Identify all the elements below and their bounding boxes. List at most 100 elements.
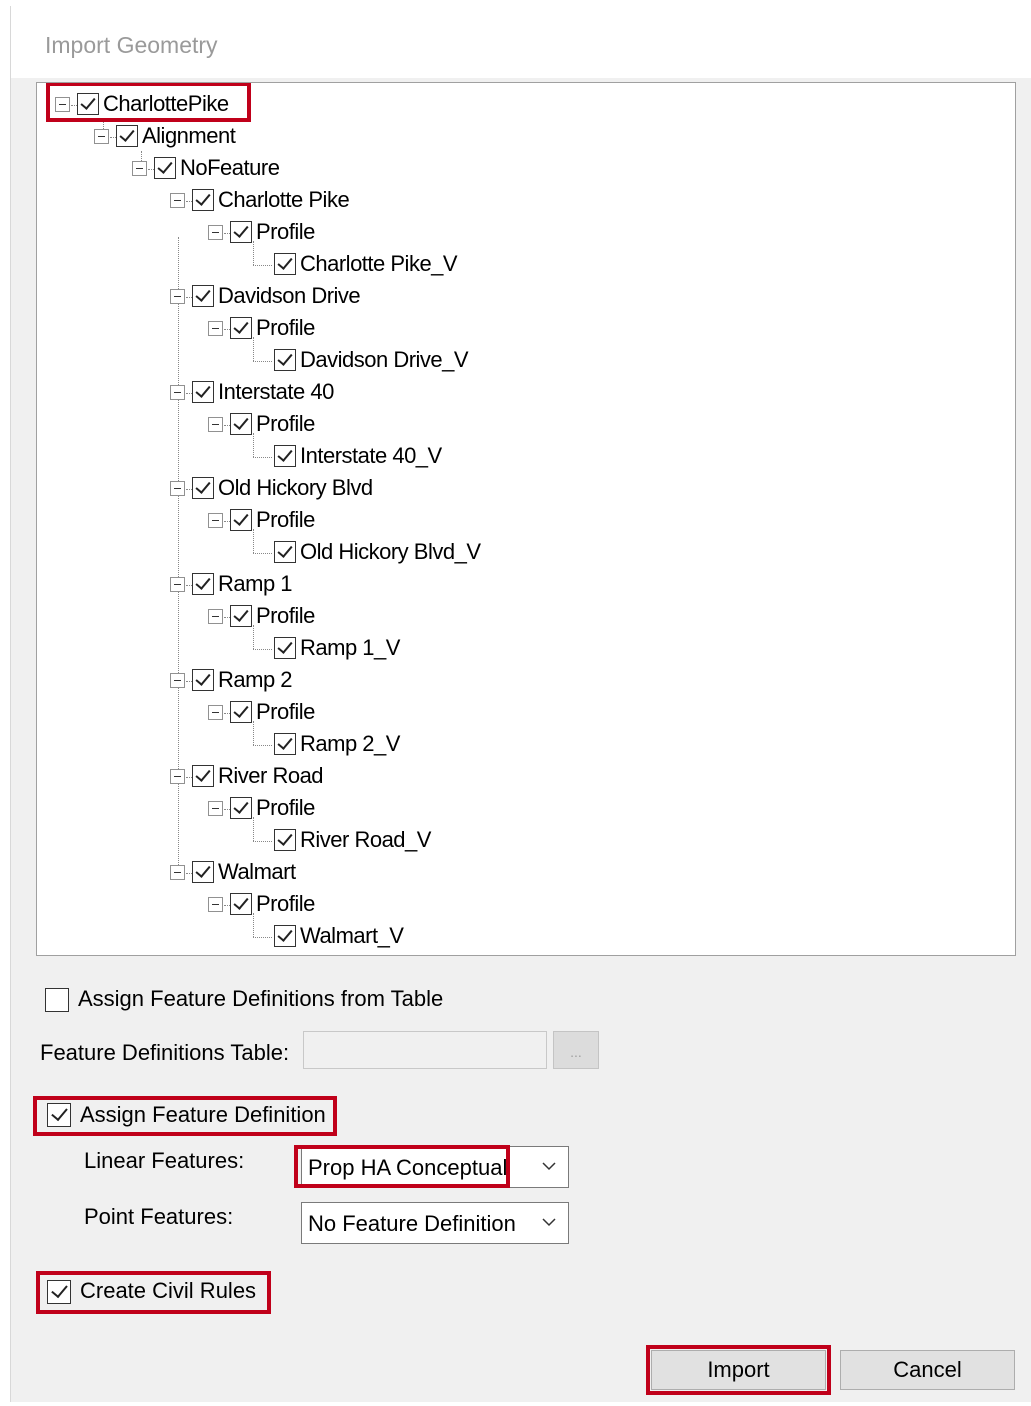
point-features-label: Point Features:: [84, 1204, 234, 1229]
item-checkbox[interactable]: [192, 765, 214, 787]
tree-node-label: Profile: [256, 411, 315, 436]
linear-features-label: Linear Features:: [84, 1148, 245, 1173]
item-checkbox[interactable]: [192, 189, 214, 211]
assign-from-table-checkbox[interactable]: [45, 988, 69, 1012]
collapse-icon[interactable]: [208, 513, 223, 528]
tree-connector: [253, 649, 272, 650]
tree-connector: [253, 241, 254, 265]
tree-connector: [253, 937, 272, 938]
leaf-checkbox[interactable]: [274, 349, 296, 371]
leaf-checkbox[interactable]: [274, 637, 296, 659]
collapse-icon[interactable]: [208, 225, 223, 240]
profile-checkbox[interactable]: [230, 509, 252, 531]
tree-node-label: Ramp 1: [218, 571, 293, 596]
collapse-icon[interactable]: [170, 673, 185, 688]
tree-connector: [253, 361, 272, 362]
leaf-checkbox[interactable]: [274, 733, 296, 755]
tree-connector: [253, 721, 254, 745]
item-checkbox[interactable]: [192, 861, 214, 883]
tree-node-label: Walmart_V: [300, 923, 404, 948]
tree-node-label: Davidson Drive: [218, 283, 361, 308]
tree-connector: [253, 265, 272, 266]
title-bar: Import Geometry: [11, 6, 1031, 78]
tree-node-label: River Road_V: [300, 827, 431, 852]
tree-node-label: Ramp 2_V: [300, 731, 400, 756]
profile-checkbox[interactable]: [230, 605, 252, 627]
collapse-icon[interactable]: [208, 321, 223, 336]
item-checkbox[interactable]: [192, 381, 214, 403]
tree-connector: [253, 913, 254, 937]
nofeature-checkbox[interactable]: [154, 157, 176, 179]
collapse-icon[interactable]: [170, 289, 185, 304]
feature-definitions-table-input[interactable]: [303, 1031, 547, 1069]
tree-connector: [253, 553, 272, 554]
highlight-box: [294, 1145, 510, 1188]
tree-node-label: Ramp 2: [218, 667, 293, 692]
collapse-icon[interactable]: [208, 609, 223, 624]
tree-connector: [253, 745, 272, 746]
leaf-checkbox[interactable]: [274, 445, 296, 467]
collapse-icon[interactable]: [208, 417, 223, 432]
collapse-icon[interactable]: [170, 865, 185, 880]
chevron-down-icon: [542, 1162, 556, 1171]
tree-node-label: Profile: [256, 891, 315, 916]
point-features-dropdown[interactable]: No Feature Definition: [301, 1202, 569, 1244]
geometry-tree[interactable]: CharlottePike Alignment NoFeature Charlo…: [36, 82, 1016, 956]
tree-node-label: Walmart: [218, 859, 296, 884]
leaf-checkbox[interactable]: [274, 541, 296, 563]
item-checkbox[interactable]: [192, 285, 214, 307]
tree-connector: [253, 817, 254, 841]
browse-button[interactable]: ...: [553, 1031, 599, 1069]
collapse-icon[interactable]: [208, 705, 223, 720]
tree-node-label: Profile: [256, 219, 315, 244]
profile-checkbox[interactable]: [230, 413, 252, 435]
tree-node-label: Old Hickory Blvd: [218, 475, 373, 500]
collapse-icon[interactable]: [208, 801, 223, 816]
tree-node-label: Profile: [256, 795, 315, 820]
profile-checkbox[interactable]: [230, 317, 252, 339]
tree-node-label: Davidson Drive_V: [300, 347, 469, 372]
highlight-box: [33, 1096, 337, 1136]
highlight-box: [46, 83, 251, 122]
profile-checkbox[interactable]: [230, 797, 252, 819]
collapse-icon[interactable]: [132, 161, 147, 176]
collapse-icon[interactable]: [170, 769, 185, 784]
tree-node-label: Profile: [256, 315, 315, 340]
highlight-box: [646, 1345, 831, 1395]
tree-node-label: Alignment: [142, 123, 236, 148]
tree-connector: [253, 337, 254, 361]
leaf-checkbox[interactable]: [274, 925, 296, 947]
import-geometry-dialog: Import Geometry CharlottePike Alignment …: [10, 6, 1031, 1402]
profile-checkbox[interactable]: [230, 221, 252, 243]
tree-node-label: Charlotte Pike: [218, 187, 350, 212]
item-checkbox[interactable]: [192, 669, 214, 691]
feature-definitions-table-label: Feature Definitions Table:: [40, 1040, 290, 1065]
alignment-checkbox[interactable]: [116, 125, 138, 147]
tree-node-label: Old Hickory Blvd_V: [300, 539, 481, 564]
item-checkbox[interactable]: [192, 573, 214, 595]
cancel-button[interactable]: Cancel: [840, 1350, 1015, 1390]
collapse-icon[interactable]: [170, 577, 185, 592]
tree-node-label: Charlotte Pike_V: [300, 251, 458, 276]
collapse-icon[interactable]: [170, 481, 185, 496]
collapse-icon[interactable]: [94, 129, 109, 144]
leaf-checkbox[interactable]: [274, 253, 296, 275]
leaf-checkbox[interactable]: [274, 829, 296, 851]
profile-checkbox[interactable]: [230, 701, 252, 723]
tree-node-label: Interstate 40_V: [300, 443, 442, 468]
item-checkbox[interactable]: [192, 477, 214, 499]
collapse-icon[interactable]: [170, 193, 185, 208]
collapse-icon[interactable]: [170, 385, 185, 400]
profile-checkbox[interactable]: [230, 893, 252, 915]
tree-node-label: River Road: [218, 763, 324, 788]
tree-node-label: Ramp 1_V: [300, 635, 400, 660]
tree-node-label: Profile: [256, 603, 315, 628]
highlight-box: [36, 1271, 271, 1314]
tree-node-label: Profile: [256, 699, 315, 724]
tree-connector: [253, 841, 272, 842]
chevron-down-icon: [542, 1218, 556, 1227]
point-features-value: No Feature Definition: [308, 1211, 516, 1236]
collapse-icon[interactable]: [208, 897, 223, 912]
tree-connector: [253, 529, 254, 553]
dialog-title: Import Geometry: [45, 32, 218, 58]
